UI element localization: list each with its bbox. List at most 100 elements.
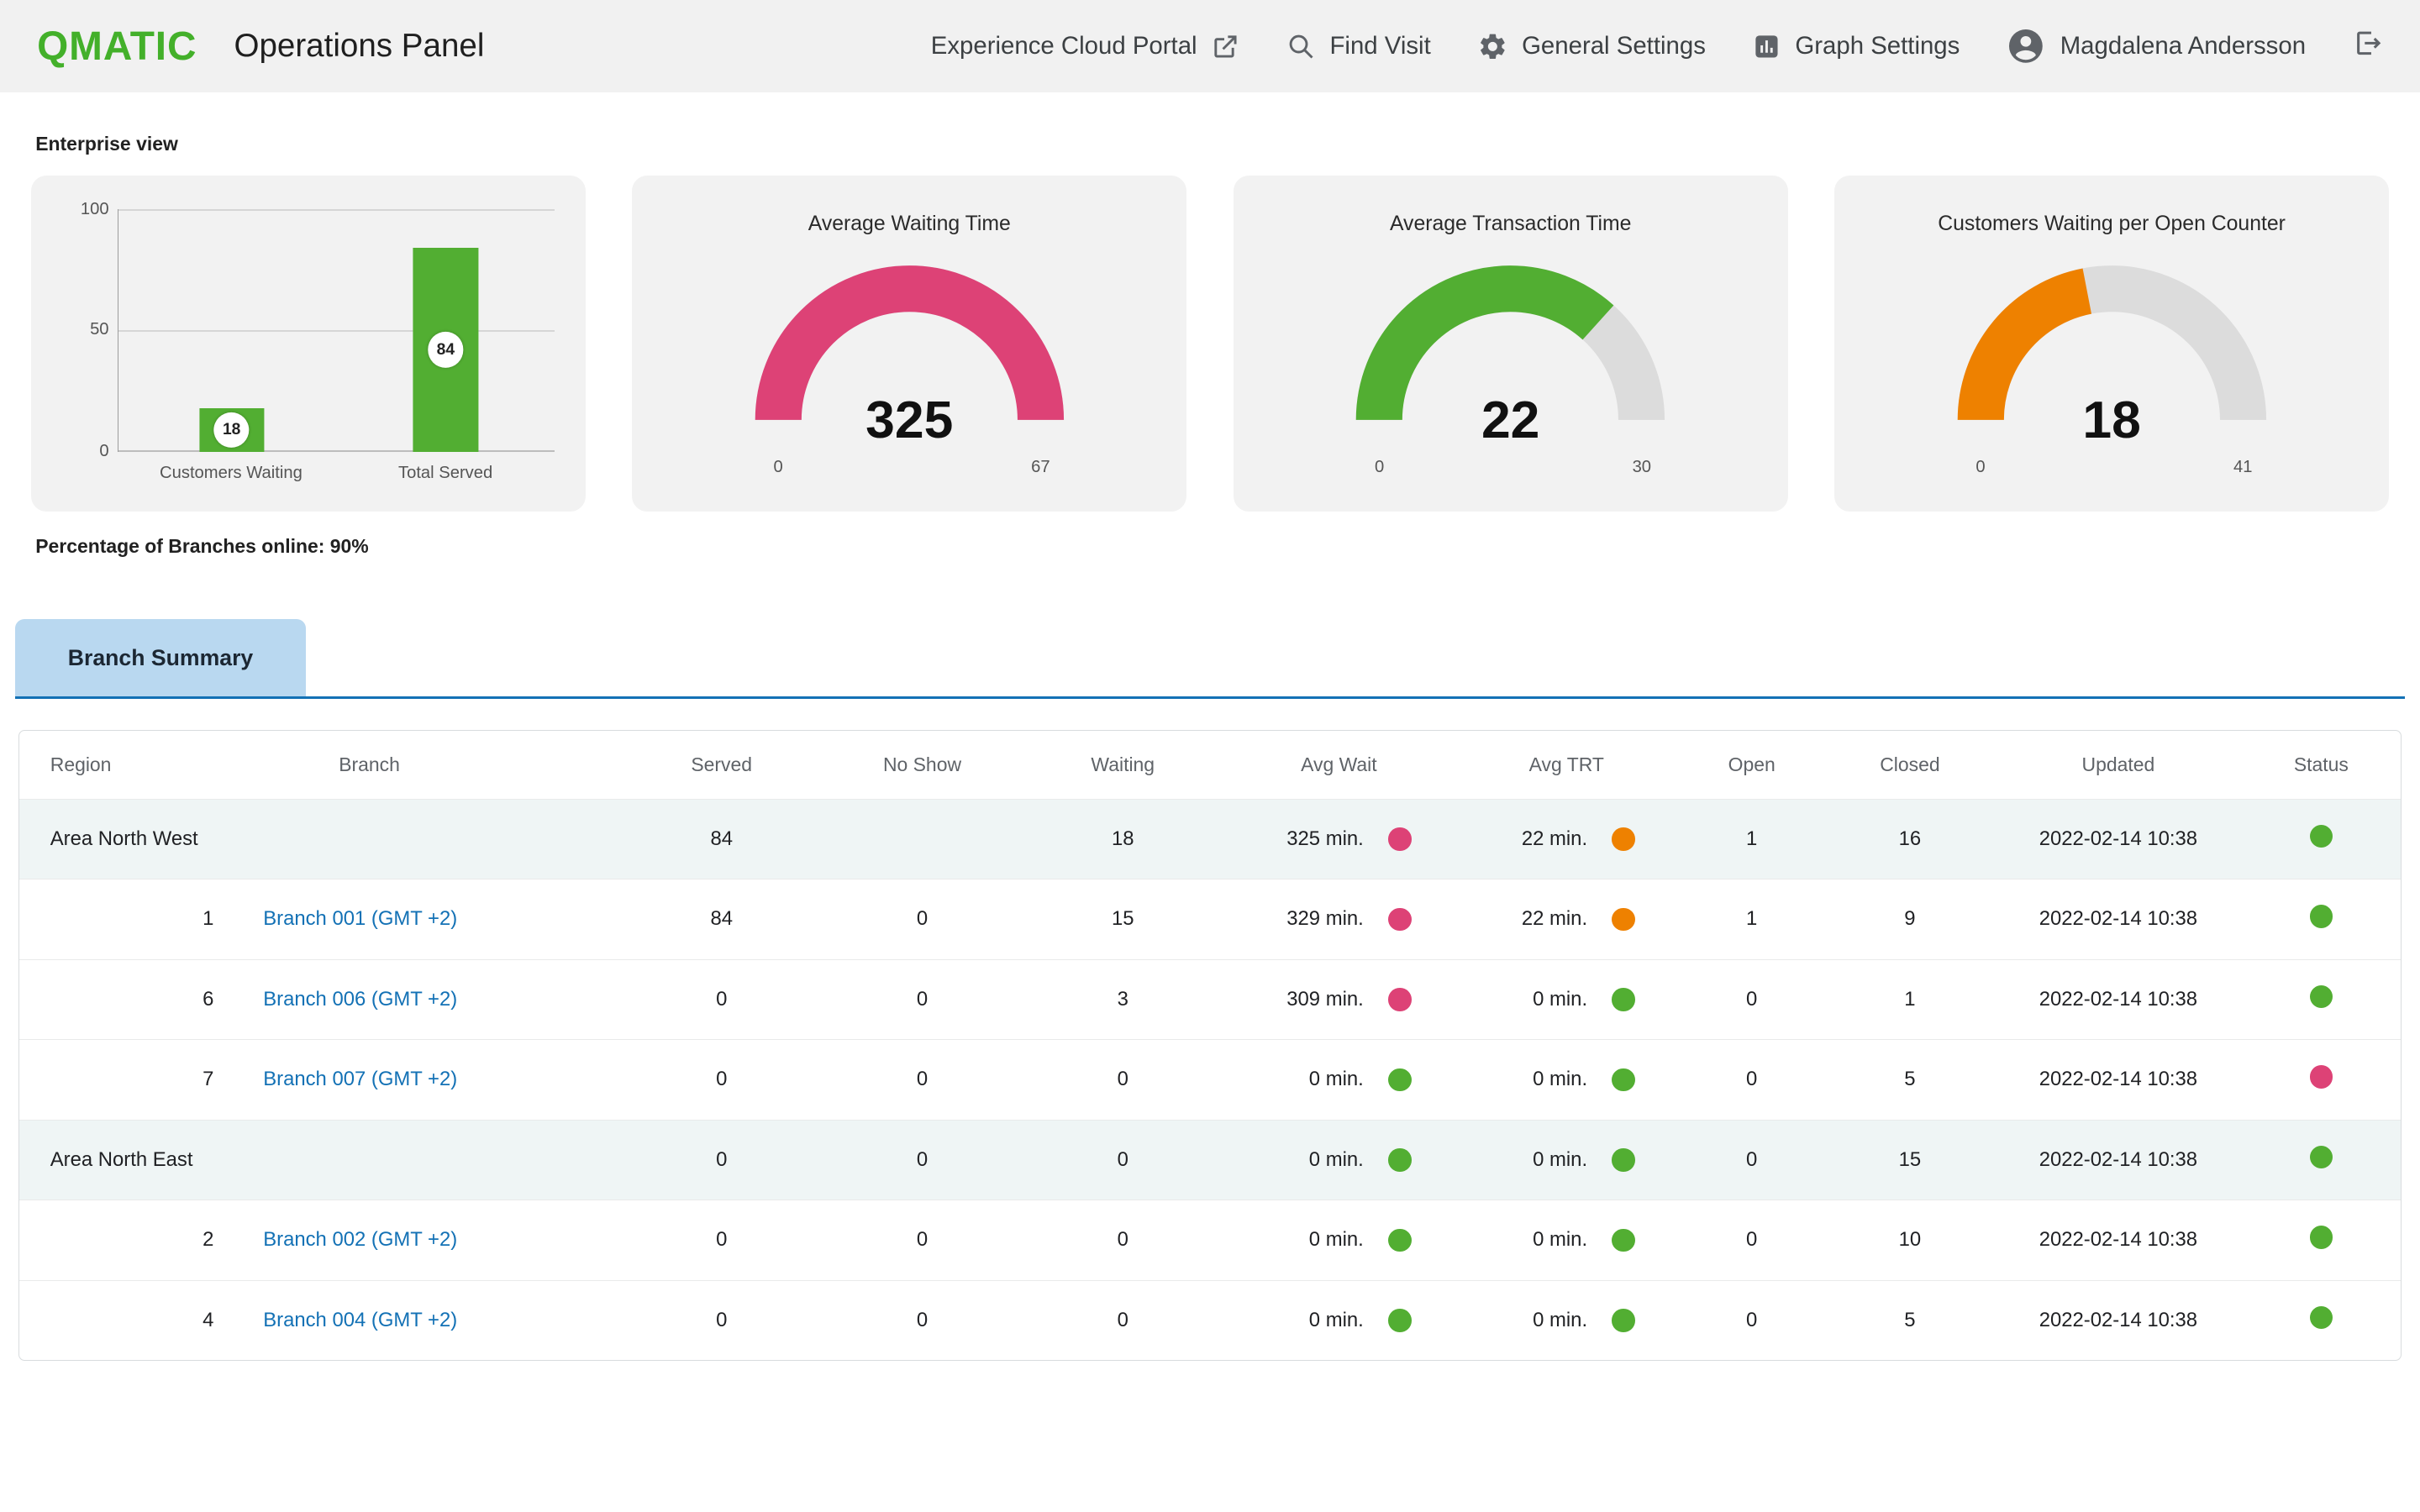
waiting-cell: 0 (1117, 1308, 1128, 1331)
avg-trt-value: 0 min. (1533, 1068, 1588, 1091)
avg-wait-cell: 329 min. (1223, 907, 1455, 932)
status-dot (2309, 905, 2333, 928)
nav-graph-settings[interactable]: Graph Settings (1752, 32, 1960, 61)
avg-wait-status-dot (1388, 1309, 1412, 1332)
avg-trt-cell: 0 min. (1455, 1148, 1678, 1172)
y-tick-label: 50 (90, 319, 109, 339)
closed-cell: 9 (1904, 907, 1916, 931)
updated-cell: 2022-02-14 10:38 (2039, 1228, 2198, 1252)
y-tick-label: 0 (99, 441, 109, 460)
open-cell: 0 (1746, 1147, 1758, 1171)
branch-link[interactable]: Branch 006 (GMT +2) (263, 988, 457, 1011)
x-axis-label: Total Served (398, 464, 493, 483)
bar-slot: 84 (391, 209, 500, 452)
avg-transaction-time-card: Average Transaction Time 22 0 30 (1233, 175, 1788, 512)
status-dot (2309, 984, 2333, 1009)
open-cell: 1 (1746, 827, 1758, 850)
nav-find-visit[interactable]: Find Visit (1286, 32, 1431, 61)
tab-bar: Branch Summary (15, 619, 2405, 700)
waiting-cell: 3 (1117, 987, 1128, 1011)
col-header-region: Region (50, 753, 112, 775)
table-header-row: Region Branch Served No Show Waiting Avg… (19, 731, 2401, 799)
branch-number: 4 (203, 1308, 214, 1331)
avg-wait-status-dot (1388, 1148, 1412, 1172)
avg-waiting-time-card: Average Waiting Time 325 0 67 (632, 175, 1187, 512)
card-title: Customers Waiting per Open Counter (1938, 212, 2286, 235)
avg-wait-cell: 0 min. (1223, 1309, 1455, 1332)
col-header-branch: Branch (339, 753, 400, 775)
graph-settings-icon (1752, 32, 1781, 61)
gauge-value: 325 (865, 391, 954, 450)
enterprise-view-label: Enterprise view (35, 132, 178, 155)
avg-transaction-time-gauge: 22 (1325, 258, 1696, 451)
branch-link[interactable]: Branch 004 (GMT +2) (263, 1309, 457, 1331)
gauge-scale: 0 30 (1325, 458, 1696, 482)
status-cell (2242, 824, 2401, 854)
branch-number: 6 (203, 987, 214, 1011)
x-axis-label: Customers Waiting (160, 464, 302, 483)
col-header-closed: Closed (1880, 753, 1940, 775)
col-header-open: Open (1728, 753, 1776, 775)
gauge-max-label: 30 (1632, 458, 1652, 477)
avg-trt-value: 0 min. (1533, 1308, 1588, 1331)
enterprise-bar-chart-card: 100 50 0 18 84 Customers Waiting Total S… (30, 175, 587, 512)
gauge-min-label: 0 (773, 458, 783, 477)
avg-trt-status-dot (1612, 1228, 1636, 1252)
col-header-served: Served (691, 753, 753, 775)
table-row-region: Area North East 0 0 0 0 min. 0 min. 0 15… (19, 1119, 2401, 1200)
external-link-icon (1211, 32, 1240, 61)
header-nav: Experience Cloud Portal Find Visit Gener… (931, 26, 2383, 66)
branch-link[interactable]: Branch 001 (GMT +2) (263, 907, 457, 930)
served-cell: 0 (716, 1068, 728, 1091)
no-show-cell: 0 (916, 1308, 929, 1331)
gauge-max-label: 67 (1031, 458, 1050, 477)
tab-branch-summary[interactable]: Branch Summary (15, 619, 306, 697)
closed-cell: 5 (1904, 1068, 1916, 1091)
updated-cell: 2022-02-14 10:38 (2039, 987, 2198, 1011)
nav-experience-cloud-portal[interactable]: Experience Cloud Portal (931, 32, 1240, 61)
branches-online-label: Percentage of Branches online: 90% (35, 534, 369, 557)
avg-trt-cell: 0 min. (1455, 1228, 1678, 1252)
bar-value-badge: 18 (213, 412, 250, 448)
avg-wait-status-dot (1388, 827, 1412, 851)
no-show-cell: 0 (916, 987, 929, 1011)
nav-general-settings[interactable]: General Settings (1477, 31, 1706, 62)
gauge-min-label: 0 (1975, 458, 1986, 477)
served-cell: 0 (716, 1228, 728, 1252)
avg-trt-status-dot (1612, 907, 1636, 932)
open-cell: 1 (1746, 907, 1758, 931)
logout-button[interactable] (2352, 28, 2383, 66)
open-cell: 0 (1746, 1068, 1758, 1091)
avg-wait-value: 325 min. (1286, 827, 1364, 850)
avg-trt-cell: 22 min. (1455, 827, 1678, 851)
nav-label: Experience Cloud Portal (930, 32, 1197, 60)
status-dot (2309, 1065, 2333, 1089)
avg-trt-status-dot (1612, 1309, 1636, 1332)
nav-label: Graph Settings (1795, 32, 1960, 60)
col-header-updated: Updated (2081, 753, 2155, 775)
status-cell (2242, 1065, 2401, 1095)
avg-trt-value: 22 min. (1521, 907, 1588, 931)
user-menu[interactable]: Magdalena Andersson (2006, 26, 2306, 66)
closed-cell: 5 (1904, 1308, 1916, 1331)
bar-total-served: 84 (413, 248, 478, 452)
updated-cell: 2022-02-14 10:38 (2039, 1308, 2198, 1331)
brand: QMATIC Operations Panel (37, 24, 484, 70)
bar-chart-x-labels: Customers Waiting Total Served (118, 464, 555, 495)
open-cell: 0 (1746, 1228, 1758, 1252)
search-icon (1286, 32, 1316, 61)
branch-link[interactable]: Branch 002 (GMT +2) (263, 1228, 457, 1251)
avg-wait-cell: 0 min. (1223, 1148, 1455, 1172)
avg-trt-value: 0 min. (1533, 1228, 1588, 1252)
branch-number: 2 (203, 1228, 214, 1252)
branch-link[interactable]: Branch 007 (GMT +2) (263, 1068, 457, 1090)
avg-wait-value: 309 min. (1286, 987, 1364, 1011)
no-show-cell: 0 (916, 1228, 929, 1252)
bar-value-badge: 84 (428, 332, 464, 368)
gauge-scale: 0 67 (724, 458, 1095, 482)
avg-trt-value: 22 min. (1521, 827, 1588, 850)
branch-cell: Branch 007 (GMT +2) (251, 1068, 622, 1091)
status-cell (2242, 1226, 2401, 1255)
no-show-cell: 0 (916, 907, 929, 931)
gauge-scale: 0 41 (1927, 458, 2297, 482)
